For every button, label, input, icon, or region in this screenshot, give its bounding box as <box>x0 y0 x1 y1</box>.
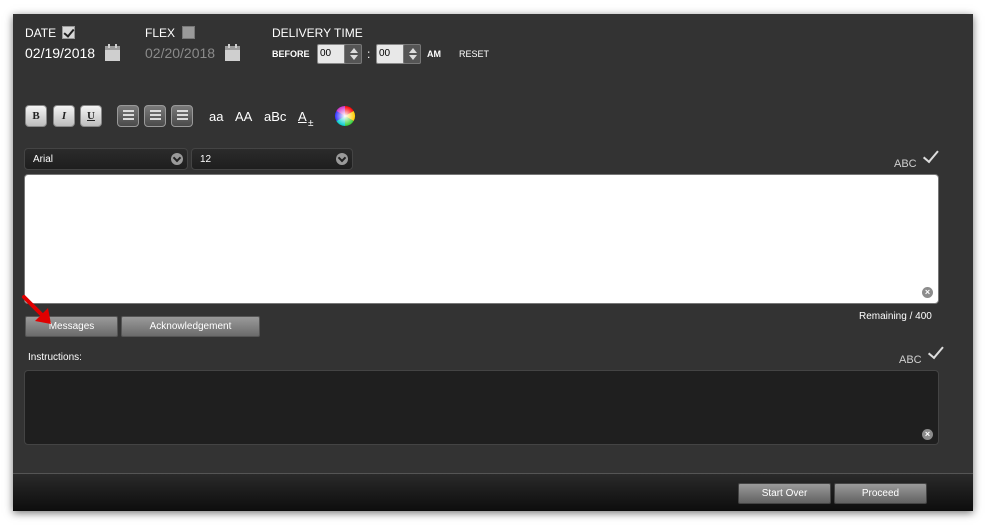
underline-button[interactable]: U <box>80 105 102 127</box>
instructions-spellcheck-button[interactable]: ABC <box>899 342 944 366</box>
message-textarea[interactable]: × <box>24 174 939 304</box>
align-left-button[interactable] <box>117 105 139 127</box>
annotation-arrow-icon <box>22 295 51 324</box>
instructions-textarea[interactable]: × <box>24 370 939 445</box>
acknowledgement-button[interactable]: Acknowledgement <box>121 316 260 337</box>
calendar-icon[interactable] <box>105 44 120 61</box>
italic-button[interactable]: I <box>53 105 75 127</box>
font-size-adjust-button[interactable]: A <box>298 109 307 124</box>
flex-calendar-icon[interactable] <box>225 44 240 61</box>
camelcase-button[interactable]: aBc <box>264 109 286 124</box>
spellcheck-button[interactable]: ABC <box>894 146 939 170</box>
date-label: DATE <box>25 26 57 40</box>
align-center-icon <box>150 110 161 122</box>
font-size-select[interactable]: 12 <box>191 148 353 170</box>
clear-instructions-icon[interactable]: × <box>922 429 933 440</box>
checkmark-icon <box>927 342 944 360</box>
start-over-button[interactable]: Start Over <box>738 483 831 504</box>
font-family-select[interactable]: Arial <box>24 148 188 170</box>
font-size-value: 12 <box>200 154 212 165</box>
card-editor-panel: DATE 02/19/2018 FLEX 02/20/2018 DELIVERY… <box>13 14 973 511</box>
date-checkbox[interactable] <box>62 26 75 39</box>
minute-input[interactable]: 00 <box>376 44 406 64</box>
time-separator: : <box>367 47 371 61</box>
clear-message-icon[interactable]: × <box>922 287 933 298</box>
bold-button[interactable]: B <box>25 105 47 127</box>
chevron-down-icon <box>336 153 348 165</box>
proceed-button[interactable]: Proceed <box>834 483 927 504</box>
footer-bar: Start Over Proceed <box>13 473 973 511</box>
align-left-icon <box>123 110 134 122</box>
date-value[interactable]: 02/19/2018 <box>25 45 95 61</box>
remaining-counter: Remaining / 400 <box>859 311 932 322</box>
minute-stepper[interactable] <box>403 44 421 64</box>
align-right-button[interactable] <box>171 105 193 127</box>
flex-label: FLEX <box>145 26 176 40</box>
flex-date-value[interactable]: 02/20/2018 <box>145 45 215 61</box>
plus-minus-icon: ± <box>308 118 314 129</box>
align-right-icon <box>177 110 188 122</box>
hour-stepper[interactable] <box>344 44 362 64</box>
delivery-time-label: DELIVERY TIME <box>272 26 363 40</box>
chevron-down-icon <box>171 153 183 165</box>
font-family-value: Arial <box>33 154 54 165</box>
checkmark-icon <box>922 146 939 164</box>
reset-link[interactable]: RESET <box>459 49 489 59</box>
flex-checkbox[interactable] <box>182 26 195 39</box>
instructions-label: Instructions: <box>28 352 82 363</box>
uppercase-button[interactable]: AA <box>235 109 252 124</box>
color-picker-icon[interactable] <box>334 105 356 127</box>
lowercase-button[interactable]: aa <box>209 109 223 124</box>
before-label: BEFORE <box>272 49 310 59</box>
ampm-label[interactable]: AM <box>427 49 441 59</box>
hour-input[interactable]: 00 <box>317 44 347 64</box>
instructions-spellcheck-label: ABC <box>899 354 922 366</box>
spellcheck-label: ABC <box>894 158 917 170</box>
align-center-button[interactable] <box>144 105 166 127</box>
